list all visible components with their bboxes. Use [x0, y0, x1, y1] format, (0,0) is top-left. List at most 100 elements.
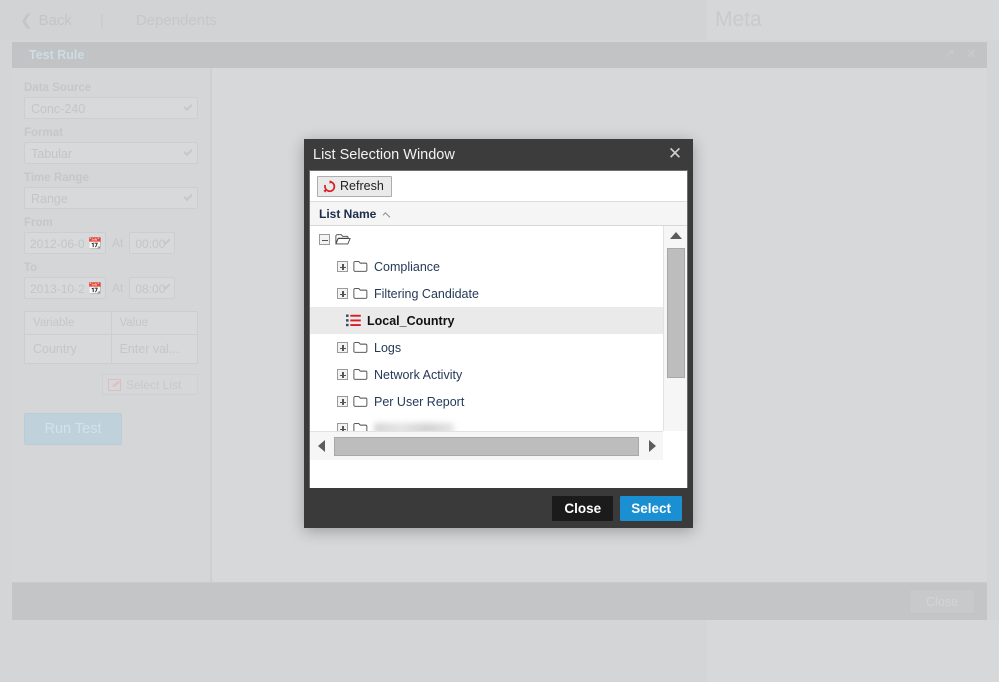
variable-value-input[interactable]: Enter val...: [110, 335, 198, 363]
list-item[interactable]: [310, 226, 663, 253]
format-select[interactable]: Tabular: [24, 142, 198, 164]
calendar-icon[interactable]: 📆: [88, 281, 102, 297]
to-date-value: 2013-10-2: [30, 282, 85, 296]
folder-icon: [353, 288, 368, 299]
topbar-separator: |: [99, 11, 104, 29]
list-item-label: Compliance: [374, 259, 441, 274]
panel-close-button-label: Close: [926, 594, 958, 609]
tree-viewport: Compliance Filtering Candidate Local_Cou…: [310, 226, 687, 460]
time-range-value: Range: [31, 192, 68, 206]
tree-horizontal-scrollbar[interactable]: [310, 431, 663, 460]
close-button[interactable]: Close: [552, 495, 614, 521]
from-at-label: At: [112, 236, 124, 250]
refresh-icon: [323, 179, 336, 193]
column-header-variable: Variable: [33, 317, 75, 329]
horizontal-scroll-thumb[interactable]: [334, 436, 639, 456]
from-time-value: 00:00: [135, 237, 166, 251]
expand-toggle-icon[interactable]: [337, 369, 348, 380]
time-range-label: Time Range: [24, 172, 89, 184]
to-date-input[interactable]: 2013-10-2 📆: [24, 277, 106, 299]
list-selection-dialog: List Selection Window ✕ Refresh List Nam…: [304, 139, 693, 528]
scroll-right-button[interactable]: [641, 440, 663, 452]
sort-ascending-icon: [382, 211, 391, 220]
close-icon[interactable]: ✕: [665, 144, 685, 164]
meta-tab[interactable]: Meta: [707, 0, 999, 40]
list-item-selected[interactable]: Local_Country: [310, 307, 663, 334]
list-item[interactable]: Logs: [310, 334, 663, 361]
column-header-value: Value: [110, 312, 198, 334]
from-label: From: [24, 217, 53, 229]
column-header-list-name: List Name: [319, 206, 377, 221]
list-item-label: Filtering Candidate: [374, 286, 479, 301]
panel-header-icons: ↗ ✕: [942, 46, 979, 61]
calendar-icon[interactable]: 📆: [88, 236, 102, 252]
variable-name-cell: Country: [33, 342, 77, 356]
to-time-value: 08:00: [135, 282, 166, 296]
panel-close-button[interactable]: Close: [909, 589, 975, 614]
open-folder-icon: [335, 234, 351, 245]
list-item[interactable]: Network Activity: [310, 361, 663, 388]
refresh-button-label: Refresh: [340, 179, 384, 193]
to-time-select[interactable]: 08:00: [129, 277, 176, 299]
meta-tab-label: Meta: [715, 8, 762, 31]
run-test-button-label: Run Test: [44, 421, 102, 437]
list-item[interactable]: Compliance: [310, 253, 663, 280]
pencil-icon: [108, 378, 121, 391]
refresh-button[interactable]: Refresh: [317, 175, 392, 197]
list-item[interactable]: Per User Report: [310, 388, 663, 415]
scroll-up-button[interactable]: [664, 226, 687, 245]
tree-vertical-scrollbar[interactable]: [663, 226, 687, 460]
dialog-titlebar[interactable]: List Selection Window ✕: [304, 139, 693, 170]
triangle-right-icon: [648, 440, 656, 452]
vertical-scroll-thumb[interactable]: [667, 248, 685, 378]
expand-toggle-icon[interactable]: [337, 261, 348, 272]
dialog-footer: Close Select: [304, 488, 693, 528]
close-icon[interactable]: ✕: [964, 46, 979, 61]
dependents-link[interactable]: Dependents: [136, 12, 217, 29]
page-bottom-right-segment: [707, 620, 999, 682]
page-bottom-strip: [0, 620, 999, 682]
format-label: Format: [24, 127, 63, 139]
table-row: Country Enter val...: [25, 335, 197, 363]
to-row: 2013-10-2 📆 At 08:00: [24, 277, 198, 299]
test-rule-form-sidebar: Data Source Conc-240 Format Tabular Time…: [12, 68, 211, 620]
scrollbar-corner: [663, 431, 687, 460]
chevron-down-icon: [183, 146, 193, 157]
collapse-toggle-icon[interactable]: [319, 234, 330, 245]
variables-table-header: Variable Value: [25, 312, 197, 335]
expand-toggle-icon[interactable]: [337, 288, 348, 299]
from-time-select[interactable]: 00:00: [129, 232, 176, 254]
from-date-input[interactable]: 2012-06-0 📆: [24, 232, 106, 254]
data-source-value: Conc-240: [31, 102, 86, 116]
from-date-value: 2012-06-0: [30, 237, 85, 251]
to-label: To: [24, 262, 38, 274]
chevron-down-icon: [183, 101, 193, 112]
time-range-select[interactable]: Range: [24, 187, 198, 209]
triangle-up-icon: [669, 232, 682, 239]
run-test-button[interactable]: Run Test: [24, 413, 122, 445]
expand-toggle-icon[interactable]: [337, 396, 348, 407]
data-source-label: Data Source: [24, 82, 92, 94]
folder-icon: [353, 369, 368, 380]
back-button[interactable]: ❮ Back: [20, 12, 72, 29]
expand-toggle-icon[interactable]: [337, 342, 348, 353]
list-tree: Compliance Filtering Candidate Local_Cou…: [310, 226, 663, 460]
expand-icon[interactable]: ↗: [942, 46, 957, 61]
select-button[interactable]: Select: [620, 495, 682, 521]
list-item[interactable]: Filtering Candidate: [310, 280, 663, 307]
select-list-button[interactable]: Select List: [102, 374, 198, 395]
grid-column-header[interactable]: List Name: [310, 202, 687, 226]
panel-header: Test Rule ↗ ✕: [12, 42, 987, 68]
to-at-label: At: [112, 281, 124, 295]
back-button-label: Back: [38, 11, 72, 29]
panel-footer: Close: [12, 582, 987, 620]
page-title: Test Rule: [29, 48, 85, 62]
folder-icon: [353, 261, 368, 272]
triangle-left-icon: [317, 440, 325, 452]
select-list-button-label: Select List: [126, 377, 182, 392]
list-item-label: Logs: [374, 340, 402, 355]
variables-table: Variable Value Country Enter val...: [24, 311, 198, 364]
list-item-label: Per User Report: [374, 394, 465, 409]
scroll-left-button[interactable]: [310, 440, 332, 452]
data-source-select[interactable]: Conc-240: [24, 97, 198, 119]
